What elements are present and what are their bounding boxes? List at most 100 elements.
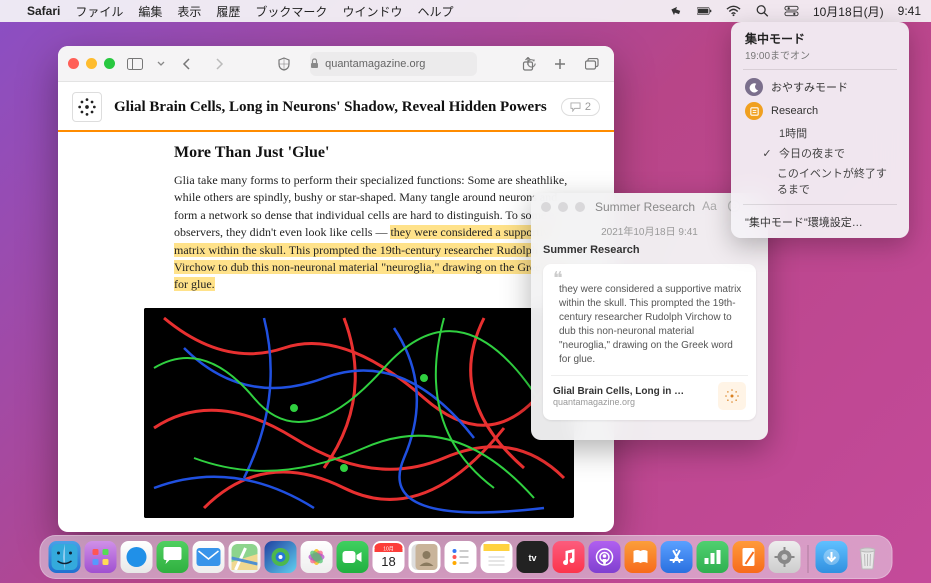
messages-icon[interactable] xyxy=(156,541,188,573)
focus-subtitle: 19:00までオン xyxy=(745,47,895,62)
menubar-edit[interactable]: 編集 xyxy=(138,3,162,20)
window-controls xyxy=(68,58,115,69)
qn-close-button[interactable] xyxy=(541,202,551,212)
lock-icon xyxy=(310,58,319,69)
forward-button[interactable] xyxy=(207,53,231,75)
photos-icon[interactable] xyxy=(300,541,332,573)
focus-preferences[interactable]: "集中モード"環境設定… xyxy=(735,210,905,232)
mail-icon[interactable] xyxy=(192,541,224,573)
wifi-icon[interactable] xyxy=(726,4,741,18)
qn-zoom-button[interactable] xyxy=(575,202,585,212)
maps-icon[interactable] xyxy=(228,541,260,573)
comment-icon xyxy=(570,102,581,112)
dock: 10月18 tv xyxy=(39,535,892,579)
focus-status-icon[interactable] xyxy=(668,4,683,18)
battery-icon[interactable] xyxy=(697,4,712,18)
article-title: Glial Brain Cells, Long in Neurons' Shad… xyxy=(114,99,549,116)
site-favicon xyxy=(72,92,102,122)
minimize-button[interactable] xyxy=(86,58,97,69)
menubar-view[interactable]: 表示 xyxy=(177,3,201,20)
launchpad-icon[interactable] xyxy=(84,541,116,573)
menubar: Safari ファイル 編集 表示 履歴 ブックマーク ウインドウ ヘルプ 10… xyxy=(0,0,931,22)
menubar-bookmarks[interactable]: ブックマーク xyxy=(255,3,327,20)
menubar-history[interactable]: 履歴 xyxy=(216,3,240,20)
menubar-window[interactable]: ウインドウ xyxy=(342,3,402,20)
books-icon[interactable] xyxy=(624,541,656,573)
link-thumbnail-icon xyxy=(718,382,746,410)
chevron-down-icon[interactable] xyxy=(155,53,167,75)
menubar-date[interactable]: 10月18日(月) xyxy=(813,3,884,20)
svg-text:tv: tv xyxy=(528,553,536,563)
opt1-label: 1時間 xyxy=(779,125,807,141)
contacts-icon[interactable] xyxy=(408,541,440,573)
new-tab-icon[interactable] xyxy=(548,53,572,75)
facetime-icon[interactable] xyxy=(336,541,368,573)
focus-title-row: 集中モード 19:00までオン xyxy=(735,30,905,64)
system-preferences-icon[interactable] xyxy=(768,541,800,573)
research-label: Research xyxy=(771,105,818,117)
opt2-label: 今日の夜まで xyxy=(779,145,845,161)
quick-note-link[interactable]: Glial Brain Cells, Long in … quantamagaz… xyxy=(553,382,746,410)
focus-opt-tonight[interactable]: ✓ 今日の夜まで xyxy=(735,143,905,163)
focus-research[interactable]: Research xyxy=(735,99,905,123)
calendar-icon[interactable]: 10月18 xyxy=(372,541,404,573)
link-title: Glial Brain Cells, Long in … xyxy=(553,386,710,397)
quick-note-heading[interactable]: Summer Research xyxy=(543,244,756,256)
menubar-help[interactable]: ヘルプ xyxy=(417,3,453,20)
comments-badge[interactable]: 2 xyxy=(561,98,600,116)
link-domain: quantamagazine.org xyxy=(553,397,710,407)
trash-icon[interactable] xyxy=(851,541,883,573)
close-button[interactable] xyxy=(68,58,79,69)
control-center-icon[interactable] xyxy=(784,4,799,18)
numbers-icon[interactable] xyxy=(696,541,728,573)
finder-icon[interactable] xyxy=(48,541,80,573)
menubar-file[interactable]: ファイル xyxy=(75,3,123,20)
search-icon[interactable] xyxy=(755,4,770,18)
sidebar-toggle-icon[interactable] xyxy=(123,53,147,75)
privacy-shield-icon[interactable] xyxy=(272,53,296,75)
svg-text:18: 18 xyxy=(381,554,395,569)
check-icon: ✓ xyxy=(761,147,773,160)
tv-icon[interactable]: tv xyxy=(516,541,548,573)
focus-opt-event-end[interactable]: このイベントが終了するまで xyxy=(735,163,905,199)
find-my-icon[interactable] xyxy=(264,541,296,573)
article-header: Glial Brain Cells, Long in Neurons' Shad… xyxy=(58,82,614,132)
url-text: quantamagazine.org xyxy=(325,58,425,70)
article-paragraph: Glia take many forms to perform their sp… xyxy=(174,172,580,294)
music-icon[interactable] xyxy=(552,541,584,573)
research-focus-icon xyxy=(745,102,763,120)
sleep-mode-label: おやすみモード xyxy=(771,79,848,95)
safari-toolbar: quantamagazine.org xyxy=(58,46,614,82)
share-icon[interactable] xyxy=(516,53,540,75)
reminders-icon[interactable] xyxy=(444,541,476,573)
app-store-icon[interactable] xyxy=(660,541,692,573)
quick-note-quote-card[interactable]: ❝ they were considered a supportive matr… xyxy=(543,264,756,420)
address-bar[interactable]: quantamagazine.org xyxy=(310,52,477,76)
quick-note-title: Summer Research xyxy=(595,200,696,214)
safari-dock-icon[interactable] xyxy=(120,541,152,573)
article-image xyxy=(144,308,574,518)
zoom-button[interactable] xyxy=(104,58,115,69)
text-format-icon[interactable]: Aa xyxy=(702,199,717,216)
pages-icon[interactable] xyxy=(732,541,764,573)
notes-icon[interactable] xyxy=(480,541,512,573)
opt3-label: このイベントが終了するまで xyxy=(777,165,895,197)
menubar-app[interactable]: Safari xyxy=(27,4,60,18)
qn-minimize-button[interactable] xyxy=(558,202,568,212)
downloads-icon[interactable] xyxy=(815,541,847,573)
focus-sleep-mode[interactable]: おやすみモード xyxy=(735,75,905,99)
comment-count: 2 xyxy=(585,101,591,113)
quote-mark-icon: ❝ xyxy=(553,274,746,283)
dock-separator xyxy=(807,545,808,573)
article-subhead: More Than Just 'Glue' xyxy=(174,144,580,162)
focus-opt-1hour[interactable]: 1時間 xyxy=(735,123,905,143)
moon-icon xyxy=(745,78,763,96)
focus-title: 集中モード xyxy=(745,30,895,47)
tabs-icon[interactable] xyxy=(580,53,604,75)
focus-menu: 集中モード 19:00までオン おやすみモード Research 1時間 ✓ 今日… xyxy=(731,22,909,238)
quick-note-quote-text: they were considered a supportive matrix… xyxy=(553,283,746,367)
back-button[interactable] xyxy=(175,53,199,75)
svg-text:10月: 10月 xyxy=(383,547,394,553)
menubar-time[interactable]: 9:41 xyxy=(898,4,921,18)
podcasts-icon[interactable] xyxy=(588,541,620,573)
